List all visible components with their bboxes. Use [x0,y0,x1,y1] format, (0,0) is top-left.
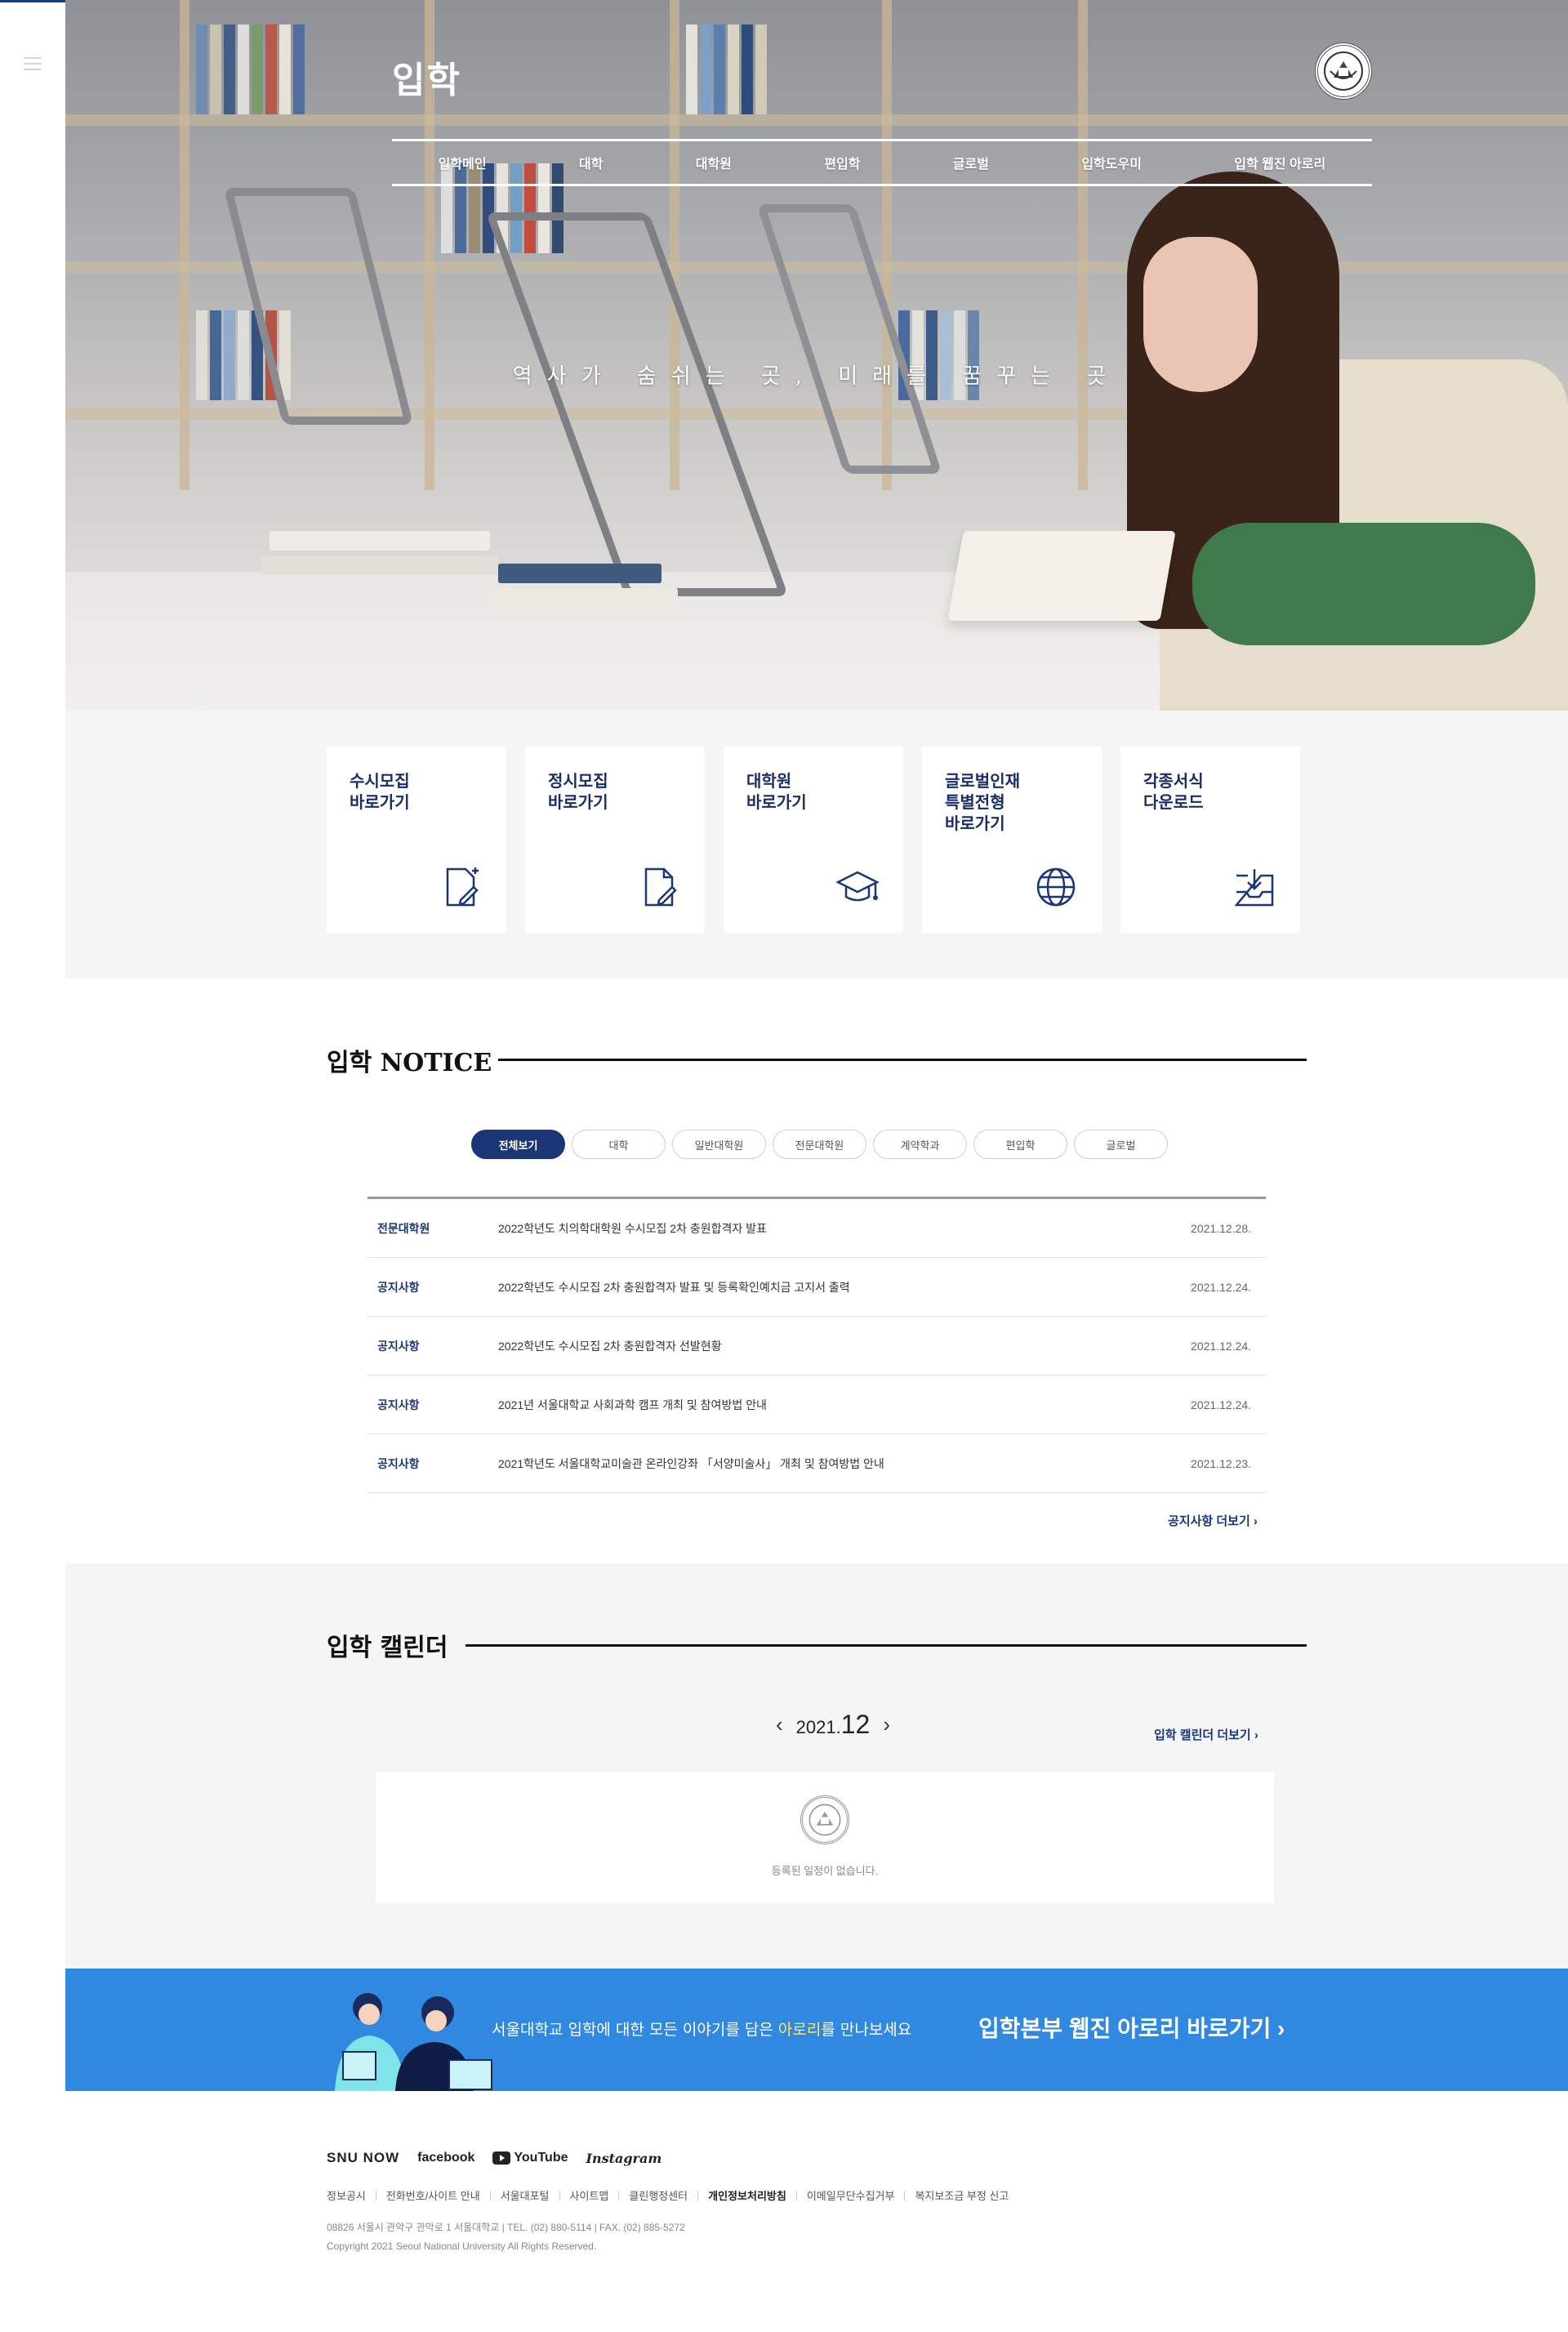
calendar-current-month: 2021.12 [796,1710,871,1740]
notice-title[interactable]: 2022학년도 수시모집 2차 충원합격자 발표 및 등록확인예치금 고지서 출… [498,1279,1152,1295]
notice-row[interactable]: 공지사항 2022학년도 수시모집 2차 충원합격자 선발현황 2021.12.… [368,1317,1266,1376]
quick-link-label: 정시모집 바로가기 [548,773,608,812]
tab-contract-dept[interactable]: 계약학과 [873,1130,967,1159]
nav-item-graduate[interactable]: 대학원 [696,153,732,172]
quick-link-label: 대학원 바로가기 [746,773,807,812]
calendar-title-divider [466,1644,1307,1647]
footer-sns: SNU NOW facebook YouTube Instagram [327,2150,662,2166]
notice-row[interactable]: 공지사항 2021학년도 서울대학교미술관 온라인강좌 「서양미술사」 개최 및… [368,1434,1266,1493]
nav-item-undergraduate[interactable]: 대학 [579,153,603,172]
nav-item-global[interactable]: 글로벌 [953,153,989,172]
footer-link[interactable]: 전화번호/사이트 안내 [386,2187,480,2203]
notice-tabs: 전체보기 대학 일반대학원 전문대학원 계약학과 편입학 글로벌 [471,1130,1168,1159]
notice-category: 공지사항 [377,1339,420,1353]
main-nav: 입학메인 대학 대학원 편입학 글로벌 입학도우미 입학 웹진 아로리 [392,139,1372,186]
notice-title-divider [498,1059,1307,1061]
globe-icon [1036,867,1076,907]
quick-link-early-admission[interactable]: 수시모집 바로가기 [327,747,506,933]
notice-list: 전문대학원 2022학년도 치의학대학원 수시모집 2차 충원합격자 발표 20… [368,1197,1266,1493]
tab-professional-graduate[interactable]: 전문대학원 [773,1130,866,1159]
footer-link[interactable]: 이메일무단수집거부 [807,2187,895,2203]
footer-link[interactable]: 서울대포털 [501,2187,550,2203]
notice-row[interactable]: 공지사항 2021년 서울대학교 사회과학 캠프 개최 및 참여방법 안내 20… [368,1376,1266,1434]
notice-category: 전문대학원 [377,1221,430,1235]
document-edit-icon [644,867,677,907]
tab-undergraduate[interactable]: 대학 [572,1130,666,1159]
left-sidebar [0,0,65,2332]
menu-icon[interactable] [24,57,42,72]
tab-global[interactable]: 글로벌 [1074,1130,1168,1159]
calendar-empty-message: 등록된 일정이 없습니다. [771,1865,879,1877]
calendar-events-box: 등록된 일정이 없습니다. [376,1772,1274,1903]
calendar-section-title: 입학 캘린더 [327,1634,448,1662]
youtube-icon [492,2151,511,2165]
students-illustration-icon [335,1993,492,2091]
calendar-more-link[interactable]: 입학 캘린더 더보기 › [1154,1726,1258,1743]
hero-banner: 입학 입학메인 대학 대학원 편입학 글로벌 입학도우미 입학 웹진 아로리 역… [65,0,1568,711]
quick-link-label: 각종서식 다운로드 [1143,773,1204,812]
footer-address: 08826 서울시 관악구 관악로 1 서울대학교 | TEL. (02) 88… [327,2222,685,2233]
download-tray-icon [1234,869,1274,907]
chevron-right-icon[interactable]: › [883,1712,890,1737]
snu-now-link[interactable]: SNU NOW [327,2150,399,2166]
notice-row[interactable]: 공지사항 2022학년도 수시모집 2차 충원합격자 발표 및 등록확인예치금 … [368,1258,1266,1317]
chevron-left-icon[interactable]: ‹ [776,1712,783,1737]
quick-links-section: 수시모집 바로가기 정시모집 바로가기 대학원 바로가기 글로벌인재 특별전형 … [65,711,1568,979]
sidebar-accent-line [0,0,65,2]
banner-text: 서울대학교 입학에 대한 모든 이야기를 담은 아로리를 만나보세요 [492,2021,912,2039]
notice-date: 2021.12.28. [1191,1221,1251,1235]
university-logo[interactable] [1315,42,1372,100]
hero-slogan: 역사가 숨쉬는 곳, 미래를 꿈꾸는 곳 [512,364,1121,389]
webzine-link-button[interactable]: 입학본부 웹진 아로리 바로가기 › [978,2011,1285,2044]
seal-icon [1324,51,1363,91]
notice-date: 2021.12.23. [1191,1456,1251,1470]
nav-item-webzine[interactable]: 입학 웹진 아로리 [1234,153,1325,172]
quick-link-global-talent[interactable]: 글로벌인재 특별전형 바로가기 [922,747,1102,933]
calendar-section [65,1563,1568,1968]
nav-item-admission-main[interactable]: 입학메인 [439,153,487,172]
notice-category: 공지사항 [377,1398,420,1411]
notice-more-link[interactable]: 공지사항 더보기 › [1168,1512,1258,1529]
page-title: 입학 [392,60,461,100]
quick-link-regular-admission[interactable]: 정시모집 바로가기 [525,747,705,933]
footer-link[interactable]: 사이트맵 [570,2187,609,2203]
notice-title[interactable]: 2021학년도 서울대학교미술관 온라인강좌 「서양미술사」 개최 및 참여방법… [498,1456,1152,1472]
footer-link[interactable]: 복지보조금 부정 신고 [915,2187,1009,2203]
quick-link-forms-download[interactable]: 각종서식 다운로드 [1120,747,1300,933]
youtube-link[interactable]: YouTube [492,2151,568,2165]
webzine-banner[interactable]: 서울대학교 입학에 대한 모든 이야기를 담은 아로리를 만나보세요 입학본부 … [65,1969,1568,2091]
nav-item-helper[interactable]: 입학도우미 [1081,153,1142,172]
graduation-cap-icon [835,871,880,902]
quick-link-label: 글로벌인재 특별전형 바로가기 [945,773,1020,833]
notice-title[interactable]: 2022학년도 수시모집 2차 충원합격자 선발현황 [498,1338,1152,1354]
footer-links: 정보공시 전화번호/사이트 안내 서울대포털 사이트맵 클린행정센터 개인정보처… [327,2187,1009,2203]
facebook-link[interactable]: facebook [417,2151,474,2165]
instagram-link[interactable]: Instagram [586,2151,662,2166]
calendar-year: 2021. [795,1716,841,1737]
banner-highlight: 아로리 [777,2021,822,2039]
footer-link[interactable]: 정보공시 [327,2187,366,2203]
notice-category: 공지사항 [377,1280,420,1294]
notice-title[interactable]: 2021년 서울대학교 사회과학 캠프 개최 및 참여방법 안내 [498,1397,1152,1413]
notice-date: 2021.12.24. [1191,1280,1251,1294]
seal-icon [800,1795,849,1844]
tab-general-graduate[interactable]: 일반대학원 [672,1130,766,1159]
footer-link-privacy[interactable]: 개인정보처리방침 [708,2187,786,2203]
tab-all[interactable]: 전체보기 [471,1130,565,1159]
document-add-icon [446,867,479,907]
notice-section-title: 입학 NOTICE [327,1049,492,1077]
footer-link[interactable]: 클린행정센터 [629,2187,688,2203]
notice-title[interactable]: 2022학년도 치의학대학원 수시모집 2차 충원합격자 발표 [498,1220,1152,1237]
tab-transfer[interactable]: 편입학 [973,1130,1067,1159]
calendar-month: 12 [840,1709,871,1739]
quick-link-graduate-school[interactable]: 대학원 바로가기 [724,747,903,933]
notice-date: 2021.12.24. [1191,1398,1251,1411]
nav-item-transfer[interactable]: 편입학 [824,153,860,172]
notice-category: 공지사항 [377,1456,420,1470]
notice-row[interactable]: 전문대학원 2022학년도 치의학대학원 수시모집 2차 충원합격자 발표 20… [368,1199,1266,1258]
notice-date: 2021.12.24. [1191,1339,1251,1353]
quick-link-label: 수시모집 바로가기 [350,773,410,812]
calendar-month-switcher: ‹ 2021.12 › [751,1707,915,1741]
footer-copyright: Copyright 2021 Seoul National University… [327,2241,597,2252]
